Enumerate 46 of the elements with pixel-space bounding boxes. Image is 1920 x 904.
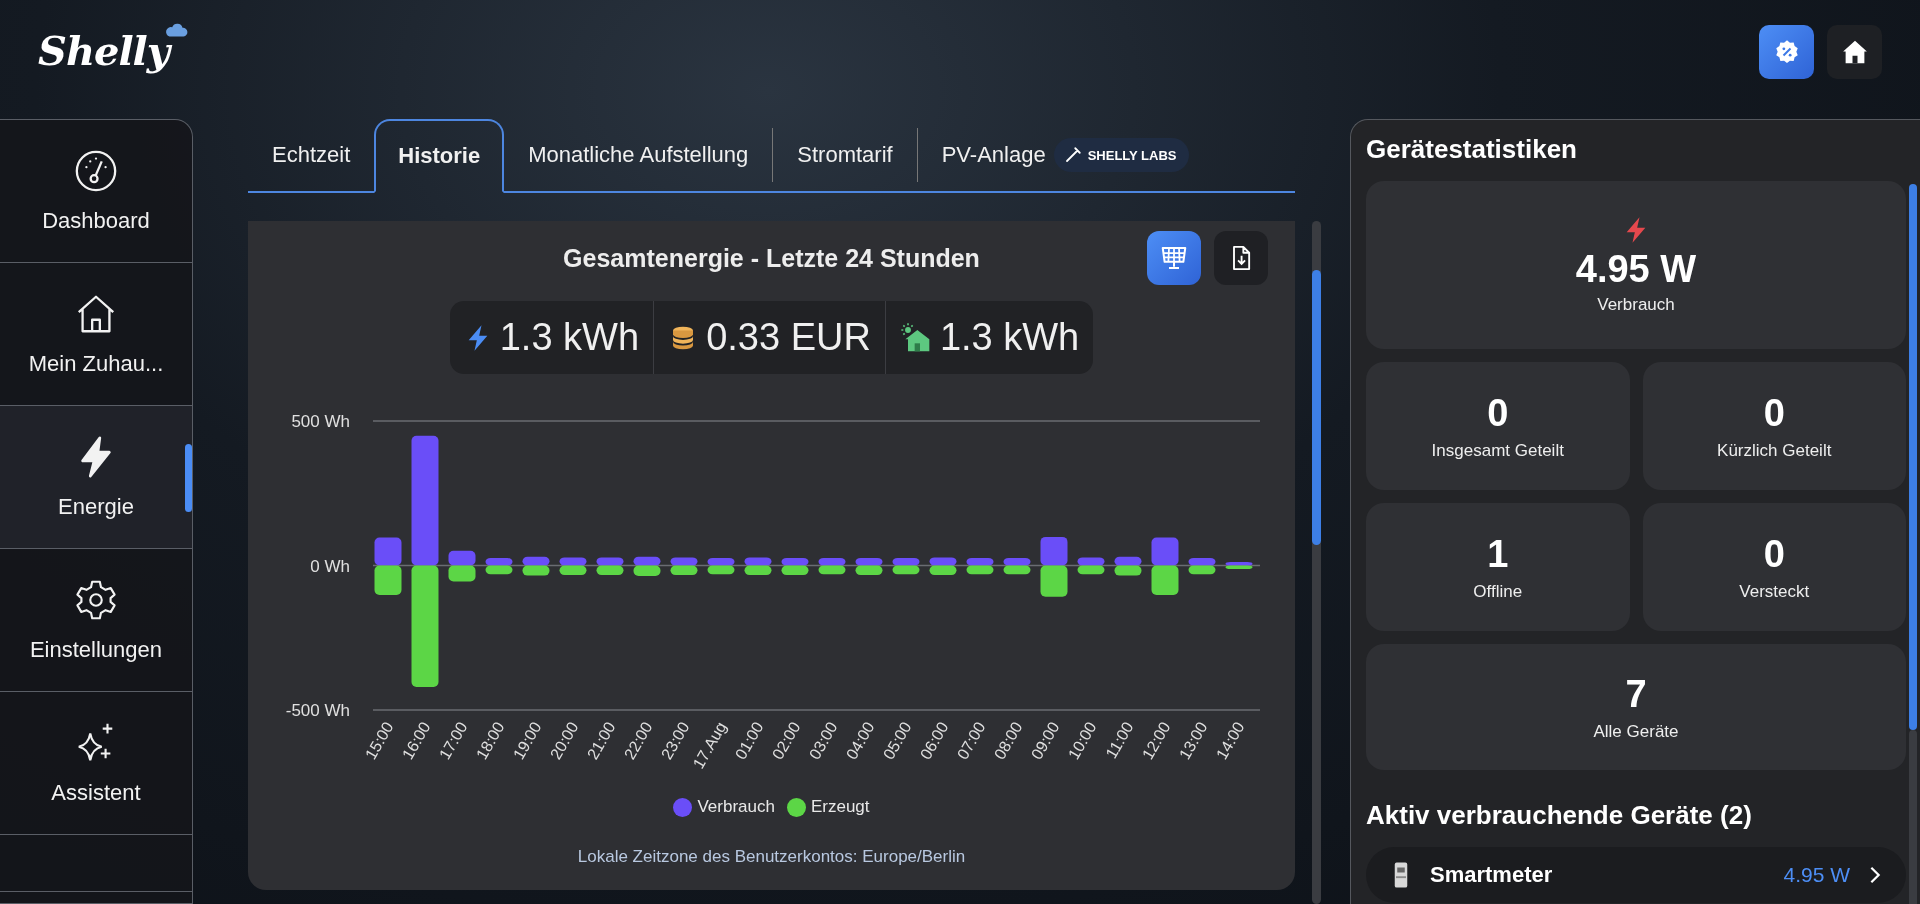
timezone-note: Lokale Zeitzone des Benutzerkontos: Europe/Berlin (576, 847, 967, 867)
stat-value: 0 (1487, 391, 1509, 435)
tab[interactable]: PV-Anlage SHELLY LABS (917, 119, 1213, 193)
solar-house-icon (899, 321, 932, 354)
stat-label: Alle Geräte (1593, 721, 1679, 742)
panel-title: Gerätestatistiken (1366, 133, 1578, 166)
sidebar-item[interactable]: Assistent (0, 692, 192, 835)
offers-button[interactable] (1759, 25, 1814, 79)
section-title: Aktiv verbrauchende Geräte (2) (1366, 800, 1753, 831)
gauge-icon (73, 148, 119, 194)
stat-value: 0 (1763, 532, 1785, 576)
device-row[interactable]: Smartmeter 4.95 W (1366, 847, 1906, 903)
stat-label: Kürzlich Geteilt (1717, 440, 1832, 461)
stat-value: 1 (1487, 532, 1509, 576)
tab[interactable]: Monatliche Aufstellung (504, 119, 773, 193)
sidebar-item[interactable]: Einstellungen (0, 549, 192, 692)
stat-label: Insgesamt Geteilt (1431, 440, 1564, 461)
chart-title: Gesamtenergie - Letzte 24 Stunden (563, 243, 980, 273)
y-axis-label: 0 Wh (310, 556, 350, 576)
y-axis-label: -500 Wh (285, 701, 350, 720)
stat-value: 4.95 W (1575, 247, 1697, 291)
stat-value: 0 (1763, 391, 1785, 435)
scrollbar-thumb[interactable] (1909, 184, 1917, 730)
download-button[interactable] (1214, 231, 1268, 285)
stat-label: Offline (1473, 581, 1523, 602)
total-value: 1.3 kWh (499, 316, 640, 359)
solar-view-button[interactable] (1147, 231, 1201, 285)
tab[interactable]: Echtzeit (248, 119, 375, 193)
sidebar-item[interactable]: Mein Zuhau... (0, 263, 192, 406)
labs-badge: SHELLY LABS (1053, 138, 1189, 172)
stat-value: 7 (1625, 672, 1647, 716)
scrollbar-thumb[interactable] (185, 444, 192, 512)
sidebar-item[interactable]: Dashboard (0, 120, 192, 263)
legend-label: Verbrauch (697, 797, 775, 817)
scrollbar-track[interactable] (1312, 221, 1321, 904)
stat-label: Verbrauch (1597, 294, 1675, 315)
home-button[interactable] (1827, 25, 1882, 79)
sidebar-item[interactable]: Energie (0, 406, 192, 549)
total-value: 0.33 EUR (706, 316, 871, 359)
legend-label: Erzeugt (810, 797, 870, 817)
stat-label: Versteckt (1739, 581, 1810, 602)
pipette-icon (1063, 146, 1082, 164)
tab[interactable]: Historie (374, 119, 505, 193)
scrollbar-thumb[interactable] (1312, 270, 1321, 545)
y-axis-label: 500 Wh (291, 412, 350, 431)
total-value: 1.3 kWh (939, 316, 1080, 359)
